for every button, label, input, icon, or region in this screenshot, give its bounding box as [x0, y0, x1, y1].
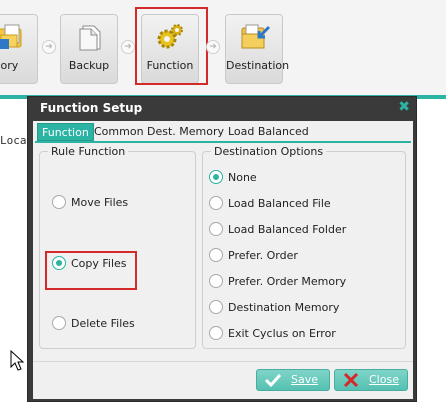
- radio-button-icon[interactable]: [209, 170, 223, 184]
- function-tab-pane: Rule Function Move Files Copy Files Dele…: [33, 145, 413, 361]
- radio-label: Load Balanced File: [228, 197, 331, 210]
- document-icon: [79, 25, 101, 51]
- close-button[interactable]: Close: [334, 369, 408, 391]
- tab-underline: [35, 141, 411, 143]
- background-text: Loca: [0, 134, 27, 147]
- wizard-toolbar: emory ➔ Backup ➔ Function ➔ Destination: [0, 0, 446, 95]
- close-label: Close: [369, 373, 399, 386]
- dialog-body: Function Common Dest. Memory Load Balanc…: [33, 121, 413, 399]
- radio-button-icon[interactable]: [52, 195, 66, 209]
- destination-folder-icon: [241, 24, 271, 49]
- tab-function[interactable]: Function: [37, 123, 94, 141]
- tab-common[interactable]: Common: [90, 123, 148, 141]
- destination-options-title: Destination Options: [214, 145, 324, 158]
- save-button[interactable]: Save: [256, 369, 330, 391]
- step-destination[interactable]: Destination: [225, 14, 290, 84]
- close-icon[interactable]: ✖: [398, 99, 410, 115]
- step-backup-label: Backup: [68, 59, 110, 72]
- radio-button-icon[interactable]: [52, 316, 66, 330]
- rule-function-title: Rule Function: [51, 145, 126, 158]
- radio-label: Delete Files: [71, 317, 135, 330]
- step-function[interactable]: Function: [141, 14, 199, 84]
- tab-strip: Function Common Dest. Memory Load Balanc…: [35, 123, 411, 142]
- radio-button-icon[interactable]: [209, 222, 223, 236]
- step-memory-label: emory: [0, 59, 19, 72]
- step-arrow-icon: ➔: [206, 40, 220, 54]
- memory-folder-icon: [0, 24, 22, 49]
- mouse-cursor-icon: [10, 350, 25, 371]
- footer-divider: [33, 361, 413, 362]
- save-label: Save: [291, 373, 319, 386]
- radio-label: Copy Files: [71, 257, 127, 270]
- gear-icon: [157, 24, 183, 49]
- tab-load-balanced[interactable]: Load Balanced: [224, 123, 313, 141]
- radio-button-icon[interactable]: [209, 248, 223, 262]
- radio-label: Load Balanced Folder: [228, 223, 347, 236]
- rule-function-group: Rule Function Move Files Copy Files Dele…: [39, 145, 196, 349]
- step-backup[interactable]: Backup: [60, 14, 118, 84]
- radio-button-icon[interactable]: [209, 196, 223, 210]
- radio-label: Exit Cyclus on Error: [228, 327, 336, 340]
- radio-button-icon[interactable]: [52, 256, 66, 270]
- step-memory[interactable]: emory: [0, 14, 38, 84]
- step-function-label: Function: [146, 59, 194, 72]
- x-icon: [343, 373, 359, 387]
- function-setup-dialog: Function Setup ✖ Function Common Dest. M…: [27, 96, 417, 402]
- radio-button-icon[interactable]: [209, 300, 223, 314]
- step-arrow-icon: ➔: [42, 40, 56, 54]
- checkmark-icon: [265, 373, 281, 387]
- radio-label: Prefer. Order Memory: [228, 275, 347, 288]
- radio-label: Destination Memory: [228, 301, 340, 314]
- dialog-title: Function Setup: [40, 101, 143, 115]
- tab-dest-memory[interactable]: Dest. Memory: [143, 123, 228, 141]
- radio-label: None: [228, 171, 257, 184]
- radio-button-icon[interactable]: [209, 274, 223, 288]
- step-destination-label: Destination: [226, 59, 290, 72]
- destination-options-group: Destination Options None Load Balanced F…: [202, 145, 406, 349]
- radio-button-icon[interactable]: [209, 326, 223, 340]
- step-arrow-icon: ➔: [121, 40, 135, 54]
- radio-label: Move Files: [71, 196, 129, 209]
- radio-label: Prefer. Order: [228, 249, 298, 262]
